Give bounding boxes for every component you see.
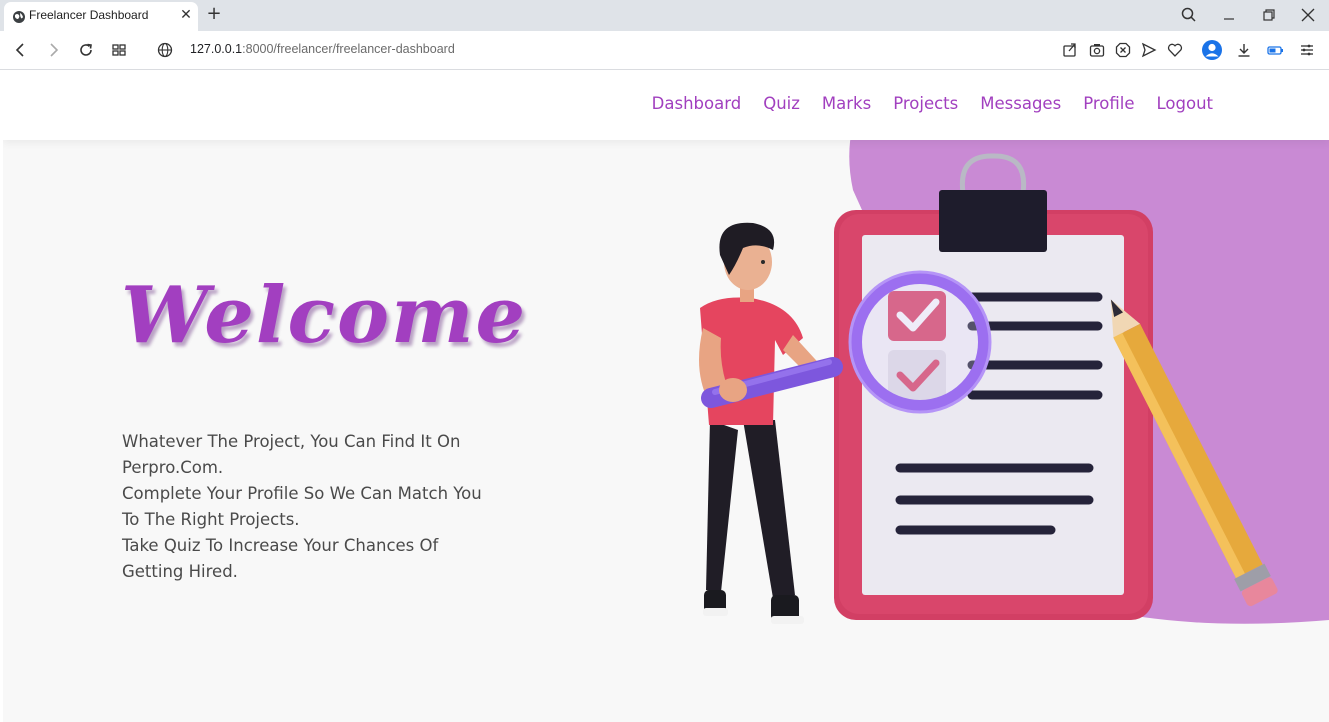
- restore-icon[interactable]: [1259, 5, 1279, 25]
- heart-icon[interactable]: [1166, 41, 1184, 59]
- url-host: 127.0.0.1: [190, 42, 243, 56]
- globe-icon: [13, 11, 25, 23]
- nav-link-logout[interactable]: Logout: [1157, 94, 1214, 113]
- site-info-globe-icon[interactable]: [156, 41, 174, 59]
- browser-tab-bar: Freelancer Dashboard ✕ +: [0, 0, 1329, 31]
- browser-tab[interactable]: Freelancer Dashboard ✕: [4, 2, 198, 31]
- share-icon[interactable]: [1061, 41, 1079, 59]
- nav-link-messages[interactable]: Messages: [980, 94, 1061, 113]
- close-tab-icon[interactable]: ✕: [178, 7, 194, 23]
- nav-link-quiz[interactable]: Quiz: [763, 94, 800, 113]
- url-path: :8000/freelancer/freelancer-dashboard: [242, 42, 455, 56]
- url-field[interactable]: 127.0.0.1:8000/freelancer/freelancer-das…: [190, 42, 455, 56]
- adblock-icon[interactable]: [1114, 41, 1132, 59]
- page-viewport: Dashboard Quiz Marks Projects Messages P…: [3, 70, 1329, 722]
- tab-grid-icon[interactable]: [110, 41, 128, 59]
- nav-link-profile[interactable]: Profile: [1083, 94, 1134, 113]
- nav-link-dashboard[interactable]: Dashboard: [652, 94, 742, 113]
- tagline-line-1: Whatever The Project, You Can Find It On…: [122, 432, 461, 477]
- download-icon[interactable]: [1235, 41, 1253, 59]
- send-icon[interactable]: [1140, 41, 1158, 59]
- nav-link-projects[interactable]: Projects: [893, 94, 958, 113]
- close-window-icon[interactable]: [1298, 5, 1318, 25]
- nav-links: Dashboard Quiz Marks Projects Messages P…: [652, 94, 1213, 113]
- hero-tagline: Whatever The Project, You Can Find It On…: [122, 429, 482, 585]
- reload-icon[interactable]: [77, 41, 95, 59]
- search-tabs-icon[interactable]: [1179, 5, 1199, 25]
- screenshot-camera-icon[interactable]: [1088, 41, 1106, 59]
- menu-sliders-icon[interactable]: [1298, 41, 1316, 59]
- battery-saver-icon[interactable]: [1266, 41, 1284, 59]
- tagline-line-3: Take Quiz To Increase Your Chances Of Ge…: [122, 536, 439, 581]
- welcome-heading: Welcome: [121, 270, 528, 361]
- address-bar: 127.0.0.1:8000/freelancer/freelancer-das…: [0, 31, 1329, 70]
- profile-avatar-icon[interactable]: [1201, 39, 1223, 61]
- new-tab-icon[interactable]: +: [204, 4, 224, 24]
- forward-icon[interactable]: [44, 41, 62, 59]
- tab-title: Freelancer Dashboard: [29, 8, 149, 22]
- site-navbar: Dashboard Quiz Marks Projects Messages P…: [3, 70, 1329, 140]
- hero-illustration: [699, 70, 1329, 624]
- nav-link-marks[interactable]: Marks: [822, 94, 871, 113]
- back-icon[interactable]: [12, 41, 30, 59]
- minimize-icon[interactable]: [1219, 5, 1239, 25]
- tagline-line-2: Complete Your Profile So We Can Match Yo…: [122, 484, 482, 529]
